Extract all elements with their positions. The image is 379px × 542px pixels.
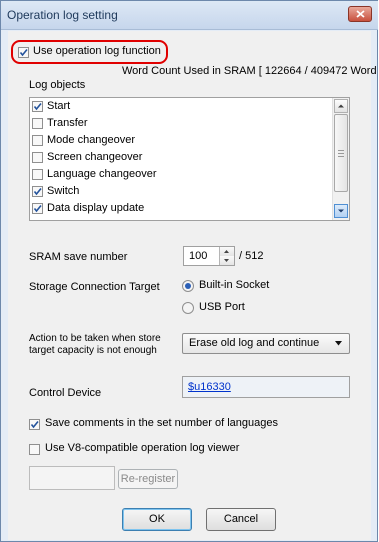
chevron-down-icon xyxy=(338,209,344,213)
save-comments-checkbox[interactable] xyxy=(29,419,40,430)
sram-spinner[interactable]: 100 xyxy=(183,246,235,266)
list-scrollbar[interactable] xyxy=(332,98,349,220)
action-selected: Erase old log and continue xyxy=(189,337,320,349)
control-device-field[interactable]: $u16330 xyxy=(182,376,350,398)
radio-usb-port[interactable] xyxy=(182,302,194,314)
reregister-button[interactable]: Re-register xyxy=(118,469,178,489)
list-item-label: Screen changeover xyxy=(47,151,143,163)
scroll-thumb[interactable] xyxy=(334,114,348,192)
checkmark-icon xyxy=(33,187,42,196)
list-item-label: Switch xyxy=(47,185,80,197)
screen-changeover-checkbox[interactable] xyxy=(32,152,43,163)
dialog-client: Use operation log function Word Count Us… xyxy=(8,31,379,540)
list-item-label: Data display update xyxy=(47,202,145,214)
save-comments-label[interactable]: Save comments in the set number of langu… xyxy=(45,417,278,429)
storage-label: Storage Connection Target xyxy=(29,281,160,293)
language-changeover-checkbox[interactable] xyxy=(32,169,43,180)
dialog-title: Operation log setting xyxy=(7,8,118,22)
sram-label: SRAM save number xyxy=(29,251,128,263)
data-display-update-checkbox[interactable] xyxy=(32,203,43,214)
reregister-field xyxy=(29,466,115,490)
chevron-up-icon xyxy=(338,104,344,108)
start-checkbox[interactable] xyxy=(32,101,43,112)
chevron-down-icon xyxy=(224,259,229,262)
operation-log-dialog: Operation log setting Use operation log … xyxy=(0,0,379,542)
usb-port-label[interactable]: USB Port xyxy=(199,301,245,313)
action-label-line1: Action to be taken when store xyxy=(29,333,161,344)
checkmark-icon xyxy=(19,48,28,57)
close-icon xyxy=(356,10,365,18)
sram-value[interactable]: 100 xyxy=(189,250,207,262)
control-device-link[interactable]: $u16330 xyxy=(188,381,231,393)
use-function-checkbox[interactable] xyxy=(18,47,29,58)
list-item-label: Start xyxy=(47,100,71,112)
list-item-label: Transfer xyxy=(47,117,88,129)
scroll-up-button[interactable] xyxy=(334,99,348,113)
close-button[interactable] xyxy=(348,6,372,22)
action-dropdown[interactable]: Erase old log and continue xyxy=(182,333,350,354)
ok-button[interactable]: OK xyxy=(122,508,192,531)
scroll-down-button[interactable] xyxy=(334,204,348,218)
chevron-down-icon xyxy=(335,341,342,346)
use-function-label[interactable]: Use operation log function xyxy=(33,45,161,57)
mode-changeover-checkbox[interactable] xyxy=(32,135,43,146)
list-item-label: Mode changeover xyxy=(47,134,136,146)
cancel-button[interactable]: Cancel xyxy=(206,508,276,531)
checkmark-icon xyxy=(30,420,39,429)
checkmark-icon xyxy=(33,204,42,213)
spin-up-button[interactable] xyxy=(219,247,234,256)
action-label-line2: target capacity is not enough xyxy=(29,345,157,356)
spin-down-button[interactable] xyxy=(219,256,234,265)
switch-checkbox[interactable] xyxy=(32,186,43,197)
log-objects-list[interactable]: Start Transfer Mode changeover Screen ch… xyxy=(29,97,350,221)
checkmark-icon xyxy=(33,102,42,111)
control-label: Control Device xyxy=(29,387,102,399)
sram-max: / 512 xyxy=(239,250,264,262)
transfer-checkbox[interactable] xyxy=(32,118,43,129)
grip-line xyxy=(338,156,344,157)
list-item-label: Language changeover xyxy=(47,168,157,180)
radio-built-in-socket[interactable] xyxy=(182,280,194,292)
grip-line xyxy=(338,150,344,151)
radio-selected-dot xyxy=(185,283,191,289)
built-in-socket-label[interactable]: Built-in Socket xyxy=(199,279,269,291)
log-objects-heading: Log objects xyxy=(29,79,86,91)
chevron-up-icon xyxy=(224,250,229,253)
title-bar: Operation log setting xyxy=(1,1,378,30)
word-count-text: Word Count Used in SRAM [ 122664 / 40947… xyxy=(122,65,379,77)
v8-viewer-checkbox[interactable] xyxy=(29,444,40,455)
v8-viewer-label[interactable]: Use V8-compatible operation log viewer xyxy=(45,442,239,454)
grip-line xyxy=(338,153,344,154)
